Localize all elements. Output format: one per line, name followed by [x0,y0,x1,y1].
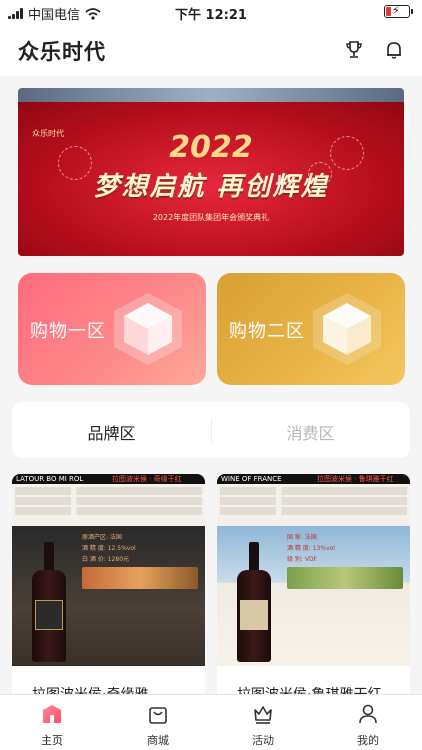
banner-slogan: 梦想启航 再创辉煌 [93,172,329,202]
wine-bottle-image [32,542,66,662]
hexagon-gem-icon [114,293,182,365]
trophy-icon[interactable] [344,40,364,60]
tab-brand-zone[interactable]: 品牌区 [12,420,211,444]
cube-icon [313,293,381,365]
clock: 下午 12:21 [175,8,247,23]
shopping-zone-2-card[interactable]: 购物二区 [217,273,405,385]
tabbar-profile-label: 我的 [357,734,379,747]
promo-banner[interactable]: 众乐时代 2022 梦想启航 再创辉煌 2022年度团队集团年会颁奖典礼 [18,88,404,256]
tab-consume-zone[interactable]: 消费区 [211,420,410,444]
poster-price: 级 别: VDF [287,556,318,563]
poster-price: 白 酒 价: 1280元 [82,556,130,563]
tabbar-shop[interactable]: 商城 [128,703,188,748]
app-header: 众乐时代 [0,24,422,76]
banner-image: 众乐时代 2022 梦想启航 再创辉煌 2022年度团队集团年会颁奖典礼 [18,102,404,256]
bell-icon[interactable] [384,40,404,60]
tabbar-activity-label: 活动 [252,734,274,747]
user-icon [359,704,377,724]
tabbar-shop-label: 商城 [147,734,169,747]
poster-header: WINE OF FRANCE 拉图波米侯 · 鲁琪雅干红 [217,474,410,484]
battery-icon: ⚡ [384,4,413,18]
banner-top-strip [18,88,404,102]
vineyard-image [287,567,403,589]
tabbar-home-label: 主页 [41,734,63,747]
page-title: 众乐时代 [18,40,106,64]
shopping-zone-2-label: 购物二区 [229,321,305,342]
section-tabs: 品牌区 消费区 [12,402,410,458]
poster-alcohol: 酒 精 度: 12.5%vol [82,545,136,552]
product-poster-image: LATOUR BO MI ROL 拉图波米侯 · 奇缘干红 原酒产区: 法国 酒 … [12,474,205,666]
banner-year: 2022 [169,130,253,165]
poster-region: 国 家: 法国 [287,534,317,541]
bottom-tab-bar: 主页 商城 活动 我的 [0,694,422,750]
wine-bottle-image [237,542,271,662]
home-icon [43,705,61,723]
product-card[interactable]: WINE OF FRANCE 拉图波米侯 · 鲁琪雅干红 国 家: 法国 酒 精 … [217,474,410,699]
poster-header: LATOUR BO MI ROL 拉图波米侯 · 奇缘干红 [12,474,205,484]
shopping-zone-1-label: 购物一区 [30,321,106,342]
crown-icon [254,706,272,724]
shopping-zone-1-card[interactable]: 购物一区 [18,273,206,385]
tabbar-activity[interactable]: 活动 [233,703,293,748]
poster-region: 原酒产区: 法国 [82,534,122,541]
tabbar-home[interactable]: 主页 [22,703,82,748]
banner-subtitle: 2022年度团队集团年会颁奖典礼 [152,213,270,222]
status-bar: 中国电信 下午 12:21 ⚡ [0,0,422,24]
shopping-bag-icon [149,707,167,724]
poster-alcohol: 酒 精 度: 13%vol [287,545,335,552]
product-poster-image: WINE OF FRANCE 拉图波米侯 · 鲁琪雅干红 国 家: 法国 酒 精 … [217,474,410,666]
tabbar-profile[interactable]: 我的 [338,703,398,748]
product-card[interactable]: LATOUR BO MI ROL 拉图波米侯 · 奇缘干红 原酒产区: 法国 酒 … [12,474,205,699]
grape-image [82,567,198,589]
